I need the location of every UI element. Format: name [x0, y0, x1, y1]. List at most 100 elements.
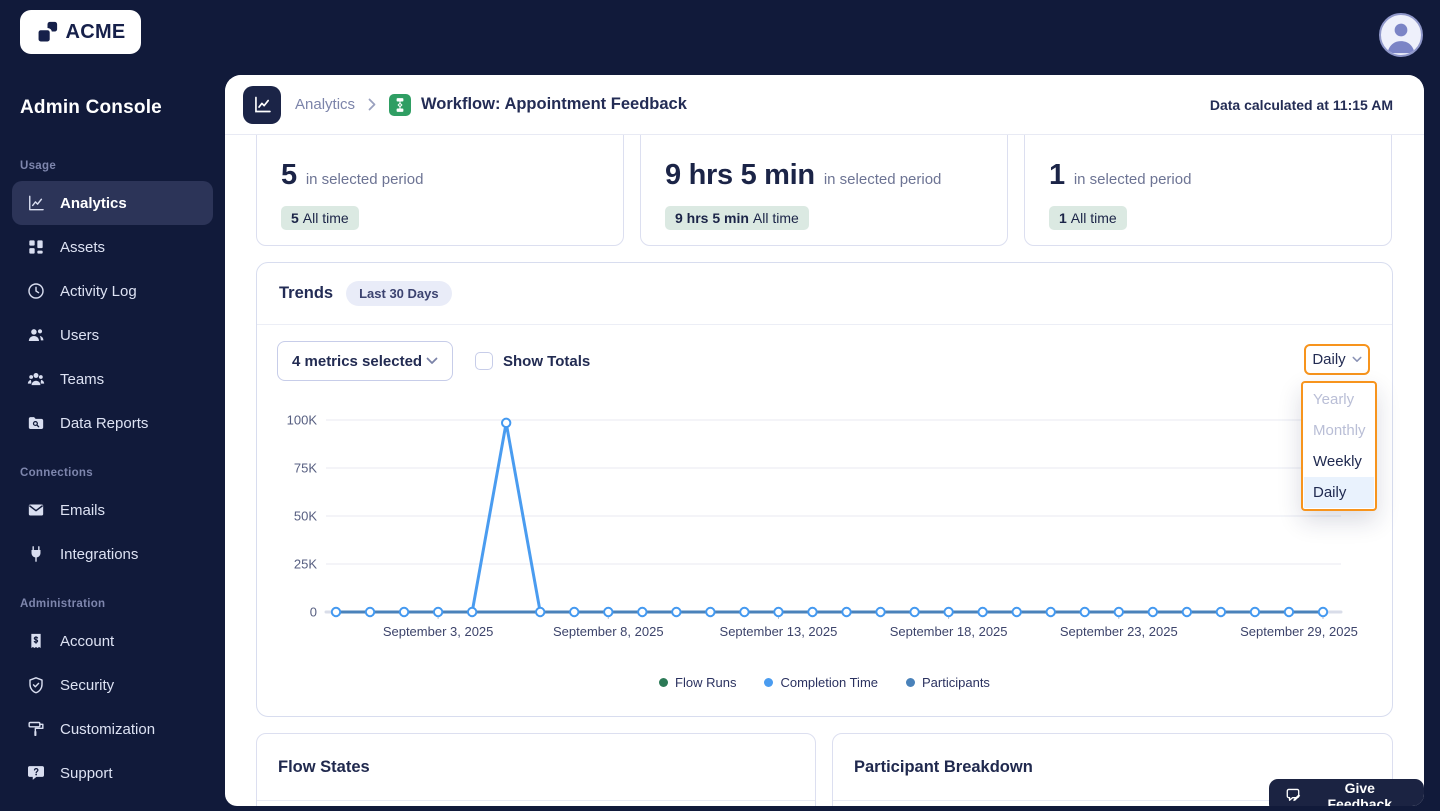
- users-icon: [26, 325, 46, 345]
- analytics-icon: [26, 193, 46, 213]
- trends-period-badge: Last 30 Days: [346, 281, 452, 306]
- svg-text:September 23, 2025: September 23, 2025: [1060, 624, 1178, 639]
- sidebar-item-support[interactable]: Support: [12, 751, 213, 795]
- metrics-select-dropdown[interactable]: 4 metrics selected: [277, 341, 453, 381]
- breadcrumb-current: Workflow: Appointment Feedback: [421, 95, 687, 113]
- sidebar-item-label: Users: [60, 326, 100, 344]
- granularity-option-weekly[interactable]: Weekly: [1304, 446, 1374, 477]
- svg-text:0: 0: [310, 605, 317, 620]
- acme-logo[interactable]: ACME: [20, 10, 141, 54]
- feedback-icon: [1286, 788, 1301, 802]
- sidebar-item-activity-log[interactable]: Activity Log: [12, 269, 213, 313]
- console-title: Admin Console: [20, 97, 162, 118]
- sidebar-item-label: Assets: [60, 238, 106, 256]
- sidebar-nav: Usage Analytics Assets Activity Log Users Tea…: [0, 138, 225, 795]
- all-time-badge: 9 hrs 5 min All time: [665, 206, 809, 230]
- legend-label: Completion Time: [780, 675, 879, 690]
- trend-chart: 0 25K 50K 75K 100K September 3, 2025 September…: [277, 401, 1377, 651]
- sidebar-item-users[interactable]: Users: [12, 313, 213, 357]
- show-totals-label: Show Totals: [503, 352, 591, 370]
- data-reports-icon: [26, 413, 46, 433]
- granularity-option-daily[interactable]: Daily: [1304, 477, 1374, 508]
- acme-logo-icon: [35, 20, 60, 45]
- sidebar-item-customization[interactable]: Customization: [12, 707, 213, 751]
- acme-logo-text: ACME: [65, 20, 126, 43]
- assets-icon: [26, 237, 46, 257]
- legend-item-participants: Participants: [906, 675, 990, 690]
- customization-icon: [26, 719, 46, 739]
- security-icon: [26, 675, 46, 695]
- sidebar-item-security[interactable]: Security: [12, 663, 213, 707]
- give-feedback-label: Give Feedback: [1327, 780, 1393, 806]
- all-time-value: 5: [291, 210, 299, 226]
- all-time-badge: 1 All time: [1049, 206, 1127, 230]
- sidebar-item-label: Activity Log: [60, 282, 137, 300]
- svg-text:September 8, 2025: September 8, 2025: [553, 624, 664, 639]
- stat-period-label: in selected period: [1073, 171, 1192, 188]
- panel-flow-states: Flow States: [256, 733, 816, 806]
- integrations-icon: [26, 544, 46, 564]
- show-totals-checkbox[interactable]: [475, 352, 493, 370]
- activity-log-icon: [26, 281, 46, 301]
- svg-text:September 29, 2025: September 29, 2025: [1240, 624, 1358, 639]
- sidebar-item-account[interactable]: Account: [12, 619, 213, 663]
- nav-section-label: Administration: [20, 598, 106, 610]
- support-icon: [26, 763, 46, 783]
- sidebar-item-teams[interactable]: Teams: [12, 357, 213, 401]
- page: ACME Admin Console Usage Analytics Assets A…: [0, 0, 1440, 811]
- legend-label: Flow Runs: [675, 675, 737, 690]
- user-avatar[interactable]: [1379, 13, 1423, 57]
- chart-legend: Flow Runs Completion Time Participants: [257, 675, 1392, 690]
- give-feedback-button[interactable]: Give Feedback: [1269, 779, 1424, 806]
- breadcrumb-bar: Analytics Workflow: Appointment Feedback…: [225, 75, 1424, 135]
- svg-text:September 13, 2025: September 13, 2025: [720, 624, 838, 639]
- stat-line: 5 in selected period: [281, 159, 599, 192]
- legend-label: Participants: [922, 675, 990, 690]
- sidebar-item-assets[interactable]: Assets: [12, 225, 213, 269]
- account-icon: [26, 631, 46, 651]
- emails-icon: [26, 500, 46, 520]
- stat-period-label: in selected period: [305, 171, 424, 188]
- svg-text:50K: 50K: [294, 509, 317, 524]
- legend-dot: [659, 678, 669, 687]
- legend-dot: [906, 678, 916, 687]
- sidebar-item-label: Customization: [60, 720, 156, 738]
- all-time-value: 9 hrs 5 min: [675, 210, 749, 226]
- sidebar-item-analytics[interactable]: Analytics: [12, 181, 213, 225]
- breadcrumb-analytics-link[interactable]: Analytics: [295, 96, 355, 113]
- sidebar-item-label: Data Reports: [60, 414, 149, 432]
- all-time-value: 1: [1059, 210, 1067, 226]
- granularity-select[interactable]: Daily: [1304, 344, 1370, 375]
- sidebar-item-data-reports[interactable]: Data Reports: [12, 401, 213, 445]
- person-icon: [1387, 23, 1415, 54]
- nav-section-label: Usage: [20, 160, 57, 172]
- trend-chart-svg: 0 25K 50K 75K 100K September 3, 2025 September…: [287, 413, 1358, 640]
- sidebar-item-label: Account: [60, 632, 115, 650]
- trends-panel: Trends Last 30 Days 4 metrics selected S…: [256, 262, 1393, 717]
- svg-text:25K: 25K: [294, 557, 317, 572]
- stat-period-label: in selected period: [823, 171, 942, 188]
- granularity-selected-value: Daily: [1312, 351, 1346, 368]
- show-totals-toggle[interactable]: Show Totals: [475, 352, 590, 370]
- sidebar-item-label: Support: [60, 764, 113, 782]
- granularity-menu: Yearly Monthly Weekly Daily: [1301, 381, 1377, 511]
- trends-controls: 4 metrics selected Show Totals: [277, 341, 590, 381]
- stat-line: 9 hrs 5 min in selected period: [665, 159, 983, 192]
- stat-value: 9 hrs 5 min: [665, 159, 815, 191]
- svg-text:September 18, 2025: September 18, 2025: [890, 624, 1008, 639]
- metrics-select-label: 4 metrics selected: [292, 352, 423, 370]
- chevron-right-icon: [368, 98, 376, 111]
- sidebar-item-integrations[interactable]: Integrations: [12, 532, 213, 576]
- sidebar-item-label: Teams: [60, 370, 105, 388]
- stat-line: 1 in selected period: [1049, 159, 1367, 192]
- sidebar-item-emails[interactable]: Emails: [12, 488, 213, 532]
- analytics-app-icon: [243, 85, 281, 124]
- sidebar-item-label: Analytics: [60, 194, 127, 212]
- granularity-option-yearly[interactable]: Yearly: [1304, 384, 1374, 415]
- sidebar-item-label: Security: [60, 676, 115, 694]
- svg-text:September 3, 2025: September 3, 2025: [383, 624, 494, 639]
- main-panel: Analytics Workflow: Appointment Feedback…: [225, 75, 1424, 806]
- granularity-option-monthly[interactable]: Monthly: [1304, 415, 1374, 446]
- chevron-down-icon: [1352, 356, 1362, 362]
- svg-text:75K: 75K: [294, 461, 317, 476]
